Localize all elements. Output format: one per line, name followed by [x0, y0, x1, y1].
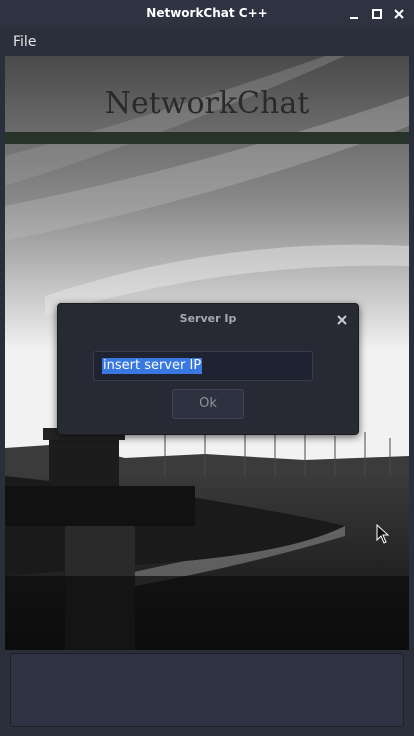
- banner-divider: [5, 132, 409, 144]
- close-icon[interactable]: [391, 6, 407, 22]
- file-menu[interactable]: File: [13, 34, 36, 50]
- minimize-icon[interactable]: [346, 6, 362, 22]
- close-icon[interactable]: [336, 311, 348, 325]
- window-titlebar[interactable]: NetworkChat C++: [0, 0, 414, 28]
- server-ip-input[interactable]: insert server IP: [93, 351, 313, 381]
- message-input[interactable]: [10, 653, 404, 727]
- banner-title: NetworkChat: [104, 86, 310, 121]
- menu-bar: File: [0, 28, 414, 56]
- server-ip-dialog: Server Ip insert server IP Ok: [57, 303, 359, 435]
- dialog-title: Server Ip: [179, 312, 237, 325]
- ok-button[interactable]: Ok: [172, 389, 244, 419]
- maximize-icon[interactable]: [369, 6, 385, 22]
- mouse-pointer-icon: [376, 523, 390, 544]
- server-ip-input-value: insert server IP: [102, 358, 203, 374]
